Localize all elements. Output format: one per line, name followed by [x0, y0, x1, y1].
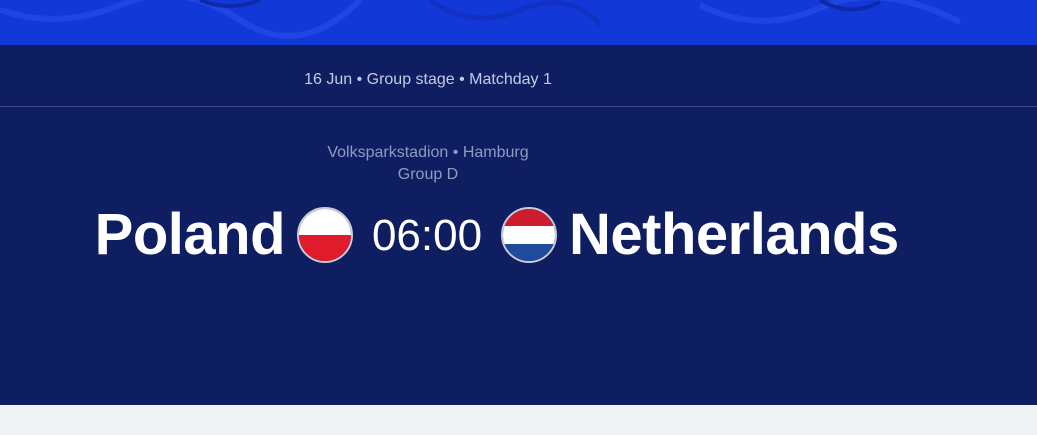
match-meta: 16 Jun • Group stage • Matchday 1 [304, 71, 552, 88]
top-banner [0, 0, 1037, 45]
fixture-row[interactable]: Poland 06:00 Netherlands [0, 195, 1037, 275]
group-label: Group D [397, 166, 459, 183]
netherlands-flag-icon [501, 207, 557, 263]
banner-pattern [0, 0, 962, 39]
match-panel: 16 Jun • Group stage • Matchday 1 Volksp… [0, 45, 1037, 405]
away-team-name[interactable]: Netherlands [569, 201, 899, 268]
match-meta-bar: 16 Jun • Group stage • Matchday 1 [0, 45, 1037, 107]
home-team-name[interactable]: Poland [95, 201, 286, 268]
poland-flag-icon [297, 207, 353, 263]
venue: Volksparkstadion • Hamburg [327, 144, 529, 161]
kickoff-time: 06:00 [371, 211, 483, 260]
